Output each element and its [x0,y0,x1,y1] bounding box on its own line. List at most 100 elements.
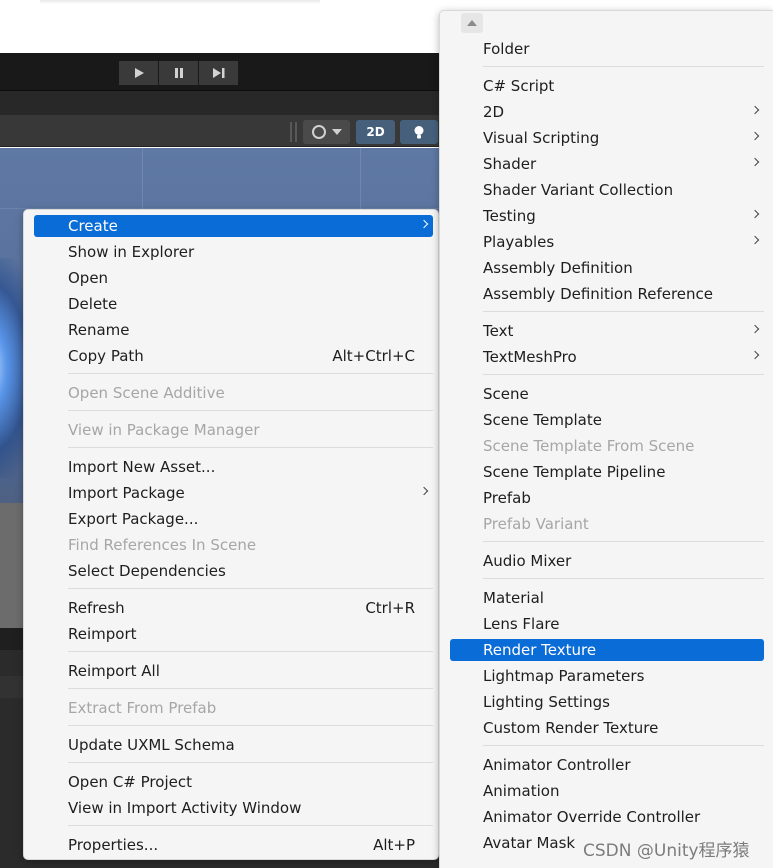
lightbulb-icon[interactable] [400,120,438,144]
menu-item-label: Open Scene Additive [68,384,225,402]
menu-item-import-package[interactable]: Import Package [34,482,433,504]
play-icon[interactable] [119,61,158,85]
menu-separator [68,725,433,726]
menu-item-export-package[interactable]: Export Package... [34,508,433,530]
submenu-item-shader[interactable]: Shader [450,153,764,175]
menu-item-label: Reimport [68,625,137,643]
menu-item-label: Rename [68,321,130,339]
menu-item-show-in-explorer[interactable]: Show in Explorer [34,241,433,263]
submenu-item-visual-scripting[interactable]: Visual Scripting [450,127,764,149]
submenu-item-shader-variant-collection[interactable]: Shader Variant Collection [450,179,764,201]
submenu-item-csharp-script[interactable]: C# Script [450,75,764,97]
submenu-item-material[interactable]: Material [450,587,764,609]
menu-item-label: Import Package [68,484,185,502]
menu-item-label: Extract From Prefab [68,699,217,717]
submenu-item-textmeshpro[interactable]: TextMeshPro [450,346,764,368]
menu-item-label: Export Package... [68,510,199,528]
menu-item-find-references: Find References In Scene [34,534,433,556]
menu-item-label: Shader [483,155,537,173]
ring-icon [311,125,326,139]
submenu-item-folder[interactable]: Folder [450,38,764,60]
circle-gizmo-icon[interactable] [303,120,350,144]
menu-separator [483,745,764,746]
chevron-right-icon [750,209,760,219]
submenu-item-lens-flare[interactable]: Lens Flare [450,613,764,635]
menu-separator [483,374,764,375]
submenu-item-animator-controller[interactable]: Animator Controller [450,754,764,776]
submenu-item-assembly-definition-reference[interactable]: Assembly Definition Reference [450,283,764,305]
triangle-up-icon [467,20,477,26]
menu-item-open-csharp-project[interactable]: Open C# Project [34,771,433,793]
menu-item-label: Open [68,269,109,287]
scroll-up-arrow-icon[interactable] [461,13,483,33]
submenu-item-lightmap-parameters[interactable]: Lightmap Parameters [450,665,764,687]
menu-item-label: Custom Render Texture [483,719,659,737]
view-2d-button[interactable]: 2D [356,120,395,144]
menu-item-label: Material [483,589,544,607]
submenu-item-animator-override-controller[interactable]: Animator Override Controller [450,806,764,828]
menu-item-reimport-all[interactable]: Reimport All [34,660,433,682]
tab-bar [0,91,440,115]
chevron-right-icon [750,350,760,360]
window-top-shadow [40,0,320,4]
submenu-item-animation[interactable]: Animation [450,780,764,802]
step-icon[interactable] [199,61,238,85]
submenu-item-testing[interactable]: Testing [450,205,764,227]
menu-item-label: Scene Template Pipeline [483,463,666,481]
menu-separator [483,541,764,542]
submenu-item-prefab-variant: Prefab Variant [450,513,764,535]
menu-item-copy-path[interactable]: Copy Path Alt+Ctrl+C [34,345,433,367]
menu-separator [68,688,433,689]
menu-item-label: Avatar Mask [483,834,576,852]
create-submenu: Folder C# Script 2D Visual Scripting Sha… [439,10,773,868]
submenu-item-assembly-definition[interactable]: Assembly Definition [450,257,764,279]
project-context-menu: Create Show in Explorer Open Delete Rena… [23,209,439,860]
submenu-item-scene[interactable]: Scene [450,383,764,405]
menu-item-label: Create [68,217,118,235]
chevron-right-icon [750,235,760,245]
menu-item-label: Delete [68,295,118,313]
menu-separator [68,825,433,826]
submenu-item-audio-mixer[interactable]: Audio Mixer [450,550,764,572]
submenu-item-text[interactable]: Text [450,320,764,342]
menu-item-select-dependencies[interactable]: Select Dependencies [34,560,433,582]
menu-item-delete[interactable]: Delete [34,293,433,315]
menu-item-label: Animator Controller [483,756,631,774]
menu-item-open-scene-additive: Open Scene Additive [34,382,433,404]
menu-item-open[interactable]: Open [34,267,433,289]
menu-item-update-uxml-schema[interactable]: Update UXML Schema [34,734,433,756]
menu-item-label: Show in Explorer [68,243,195,261]
menu-item-label: Shader Variant Collection [483,181,674,199]
submenu-item-lighting-settings[interactable]: Lighting Settings [450,691,764,713]
submenu-item-scene-template-pipeline[interactable]: Scene Template Pipeline [450,461,764,483]
submenu-item-custom-render-texture[interactable]: Custom Render Texture [450,717,764,739]
menu-item-refresh[interactable]: Refresh Ctrl+R [34,597,433,619]
menu-item-label: Animator Override Controller [483,808,701,826]
submenu-item-prefab[interactable]: Prefab [450,487,764,509]
chevron-right-icon [419,486,429,496]
menu-separator [483,311,764,312]
menu-item-label: Reimport All [68,662,160,680]
menu-item-view-in-package-manager: View in Package Manager [34,419,433,441]
menu-item-reimport[interactable]: Reimport [34,623,433,645]
menu-separator [68,373,433,374]
submenu-item-render-texture[interactable]: Render Texture [450,639,764,661]
menu-item-create[interactable]: Create [34,215,433,237]
submenu-item-playables[interactable]: Playables [450,231,764,253]
watermark-text: CSDN @Unity程序猿 [583,841,750,861]
menu-item-view-import-activity[interactable]: View in Import Activity Window [34,797,433,819]
menu-item-rename[interactable]: Rename [34,319,433,341]
menu-item-label: Scene Template [483,411,602,429]
menu-item-properties[interactable]: Properties... Alt+P [34,834,433,856]
submenu-item-2d[interactable]: 2D [450,101,764,123]
menu-item-label: Update UXML Schema [68,736,235,754]
menu-item-label: Audio Mixer [483,552,572,570]
submenu-item-scene-template[interactable]: Scene Template [450,409,764,431]
toolbar-separator [295,122,297,142]
menu-item-label: TextMeshPro [483,348,577,366]
menu-item-import-new-asset[interactable]: Import New Asset... [34,456,433,478]
menu-separator [483,66,764,67]
menu-item-label: Playables [483,233,555,251]
menu-item-label: Testing [483,207,536,225]
pause-icon[interactable] [159,61,198,85]
